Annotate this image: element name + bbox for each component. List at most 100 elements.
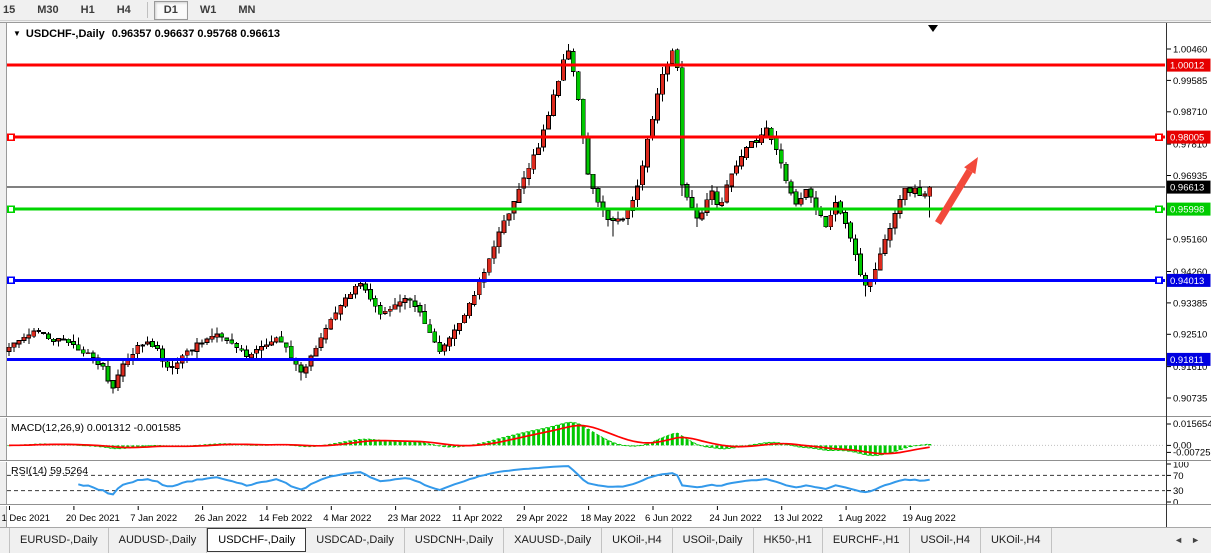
- tab-usdcad-daily[interactable]: USDCAD-,Daily: [306, 528, 405, 553]
- svg-text:0.92510: 0.92510: [1173, 330, 1207, 341]
- candle: [557, 81, 561, 95]
- candle: [413, 301, 417, 307]
- candle: [354, 286, 358, 294]
- candle: [363, 284, 367, 290]
- macd-histogram-bar: [631, 445, 634, 446]
- macd-histogram-bar: [636, 445, 639, 446]
- macd-histogram-bar: [869, 445, 872, 455]
- chart-canvas[interactable]: 1.004600.995850.987100.978100.969350.960…: [0, 23, 1211, 528]
- tab-ukoil-h4[interactable]: UKOil-,H4: [602, 528, 673, 553]
- tab-scroll-arrows: ◄►: [1166, 528, 1208, 553]
- svg-text:0.98005: 0.98005: [1170, 133, 1204, 144]
- candle: [71, 342, 75, 345]
- candle: [200, 343, 204, 344]
- candle: [240, 349, 244, 351]
- macd-histogram-bar: [928, 444, 931, 445]
- svg-text:0.96613: 0.96613: [1170, 183, 1204, 194]
- tab-scroll-left-icon[interactable]: ◄: [1174, 535, 1183, 545]
- candle: [576, 72, 580, 100]
- candle: [52, 339, 56, 341]
- candle: [443, 345, 447, 351]
- macd-histogram-bar: [706, 445, 709, 447]
- timeframe-h4[interactable]: H4: [107, 1, 141, 20]
- timeframe-d1[interactable]: D1: [154, 1, 188, 20]
- macd-histogram-bar: [577, 424, 580, 446]
- candle: [547, 116, 551, 130]
- candle: [57, 339, 61, 341]
- candle: [175, 363, 179, 369]
- timeframe-toolbar: 15 M30 H1 H4 D1 W1 MN: [0, 0, 1211, 21]
- candle: [27, 335, 31, 338]
- candle: [245, 350, 249, 357]
- candle: [839, 202, 843, 214]
- candle: [824, 217, 828, 227]
- tab-scroll-right-icon[interactable]: ►: [1191, 535, 1200, 545]
- timeframe-w1[interactable]: W1: [190, 1, 227, 20]
- macd-histogram-bar: [602, 438, 605, 446]
- macd-histogram-bar: [607, 440, 610, 445]
- candle: [774, 138, 778, 149]
- tab-ukoil-h4-2[interactable]: UKOil-,H4: [981, 528, 1052, 553]
- tab-usdchf-daily[interactable]: USDCHF-,Daily: [207, 528, 306, 552]
- timeframe-mn[interactable]: MN: [228, 1, 265, 20]
- candle: [745, 147, 749, 157]
- candle: [81, 350, 85, 354]
- toolbar-separator: [147, 2, 148, 18]
- macd-histogram-bar: [592, 432, 595, 445]
- macd-histogram-bar: [676, 433, 679, 445]
- candle: [423, 311, 427, 323]
- candle: [685, 185, 689, 198]
- candle: [205, 339, 209, 343]
- tab-usdcnh-daily[interactable]: USDCNH-,Daily: [405, 528, 504, 553]
- candle: [91, 353, 95, 357]
- candle: [383, 311, 387, 313]
- candle: [17, 341, 21, 344]
- candle: [725, 185, 729, 202]
- tab-usoil-h4[interactable]: USOil-,H4: [910, 528, 981, 553]
- date-label: 13 Jul 2022: [774, 513, 823, 524]
- macd-histogram-bar: [413, 442, 416, 446]
- macd-histogram-bar: [795, 445, 798, 446]
- tab-eurusd-daily[interactable]: EURUSD-,Daily: [9, 528, 109, 553]
- macd-histogram-bar: [710, 445, 713, 447]
- candle: [621, 219, 625, 220]
- macd-histogram-bar: [567, 422, 570, 445]
- tab-usoil-daily[interactable]: USOil-,Daily: [673, 528, 754, 553]
- candle: [339, 306, 343, 314]
- candle: [235, 344, 239, 348]
- candle: [146, 342, 150, 344]
- candle: [279, 337, 283, 342]
- svg-text:0.95998: 0.95998: [1170, 205, 1204, 216]
- svg-text:1.00460: 1.00460: [1173, 44, 1207, 55]
- candle: [472, 295, 476, 304]
- tab-eurchf-h1[interactable]: EURCHF-,H1: [823, 528, 911, 553]
- candle: [7, 347, 11, 351]
- candle: [804, 190, 808, 198]
- svg-text:0: 0: [1173, 497, 1178, 508]
- line-handle: [8, 134, 14, 140]
- candle: [378, 306, 382, 315]
- macd-histogram-bar: [859, 445, 862, 453]
- candle: [22, 337, 26, 340]
- macd-histogram-bar: [686, 439, 689, 445]
- candle: [720, 202, 724, 205]
- candle: [185, 351, 189, 355]
- candle: [883, 239, 887, 253]
- candle: [284, 343, 288, 347]
- candle: [858, 254, 862, 275]
- tab-xauusd-daily[interactable]: XAUUSD-,Daily: [504, 528, 602, 553]
- candle: [764, 128, 768, 136]
- macd-histogram-bar: [616, 444, 619, 445]
- timeframe-m30[interactable]: M30: [27, 1, 68, 20]
- timeframe-h1[interactable]: H1: [71, 1, 105, 20]
- timeframe-m15[interactable]: 15: [0, 1, 25, 20]
- tab-audusd-daily[interactable]: AUDUSD-,Daily: [109, 528, 208, 553]
- candle: [750, 142, 754, 148]
- candle: [497, 232, 501, 247]
- candle: [66, 339, 70, 343]
- tab-hk50-h1[interactable]: HK50-,H1: [754, 528, 823, 553]
- svg-text:0.99585: 0.99585: [1173, 76, 1207, 87]
- candle: [433, 332, 437, 342]
- chart-title: ▼USDCHF-,Daily0.96357 0.96637 0.95768 0.…: [13, 28, 280, 40]
- candle: [274, 338, 278, 342]
